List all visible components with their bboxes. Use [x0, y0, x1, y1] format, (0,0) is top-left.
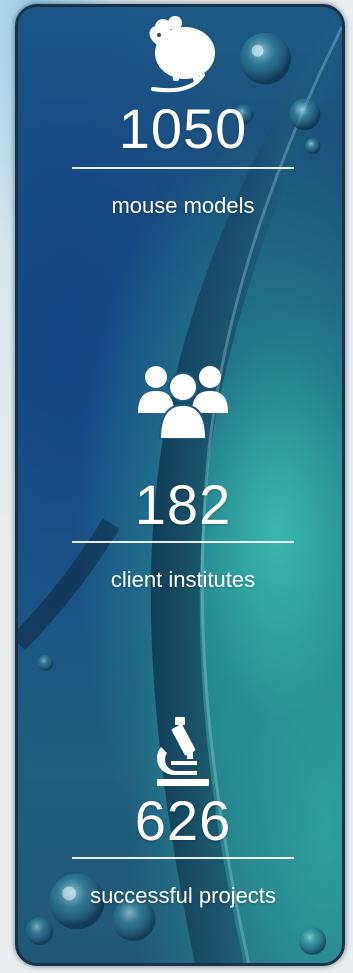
stat-divider — [72, 857, 294, 859]
stat-value-mouse-models: 1050 — [118, 97, 248, 160]
stats-panel: 1050 mouse models 182 client institutes — [15, 4, 345, 966]
stat-label-client-institutes: client institutes — [110, 567, 256, 592]
microscope-icon — [157, 717, 209, 786]
stat-value-client-institutes: 182 — [134, 473, 232, 536]
stat-label-successful-projects: successful projects — [90, 883, 276, 908]
stat-value-successful-projects: 626 — [134, 789, 232, 852]
stat-successful-projects: 626 successful projects — [18, 717, 342, 909]
group-icon — [138, 366, 228, 439]
stat-divider — [72, 541, 294, 543]
stat-divider — [72, 167, 294, 169]
stat-mouse-models: 1050 mouse models — [18, 15, 342, 219]
stat-label-mouse-models: mouse models — [111, 193, 255, 218]
page: 1050 mouse models 182 client institutes — [0, 0, 353, 973]
stat-client-institutes: 182 client institutes — [18, 361, 342, 593]
mouse-icon — [149, 16, 215, 93]
